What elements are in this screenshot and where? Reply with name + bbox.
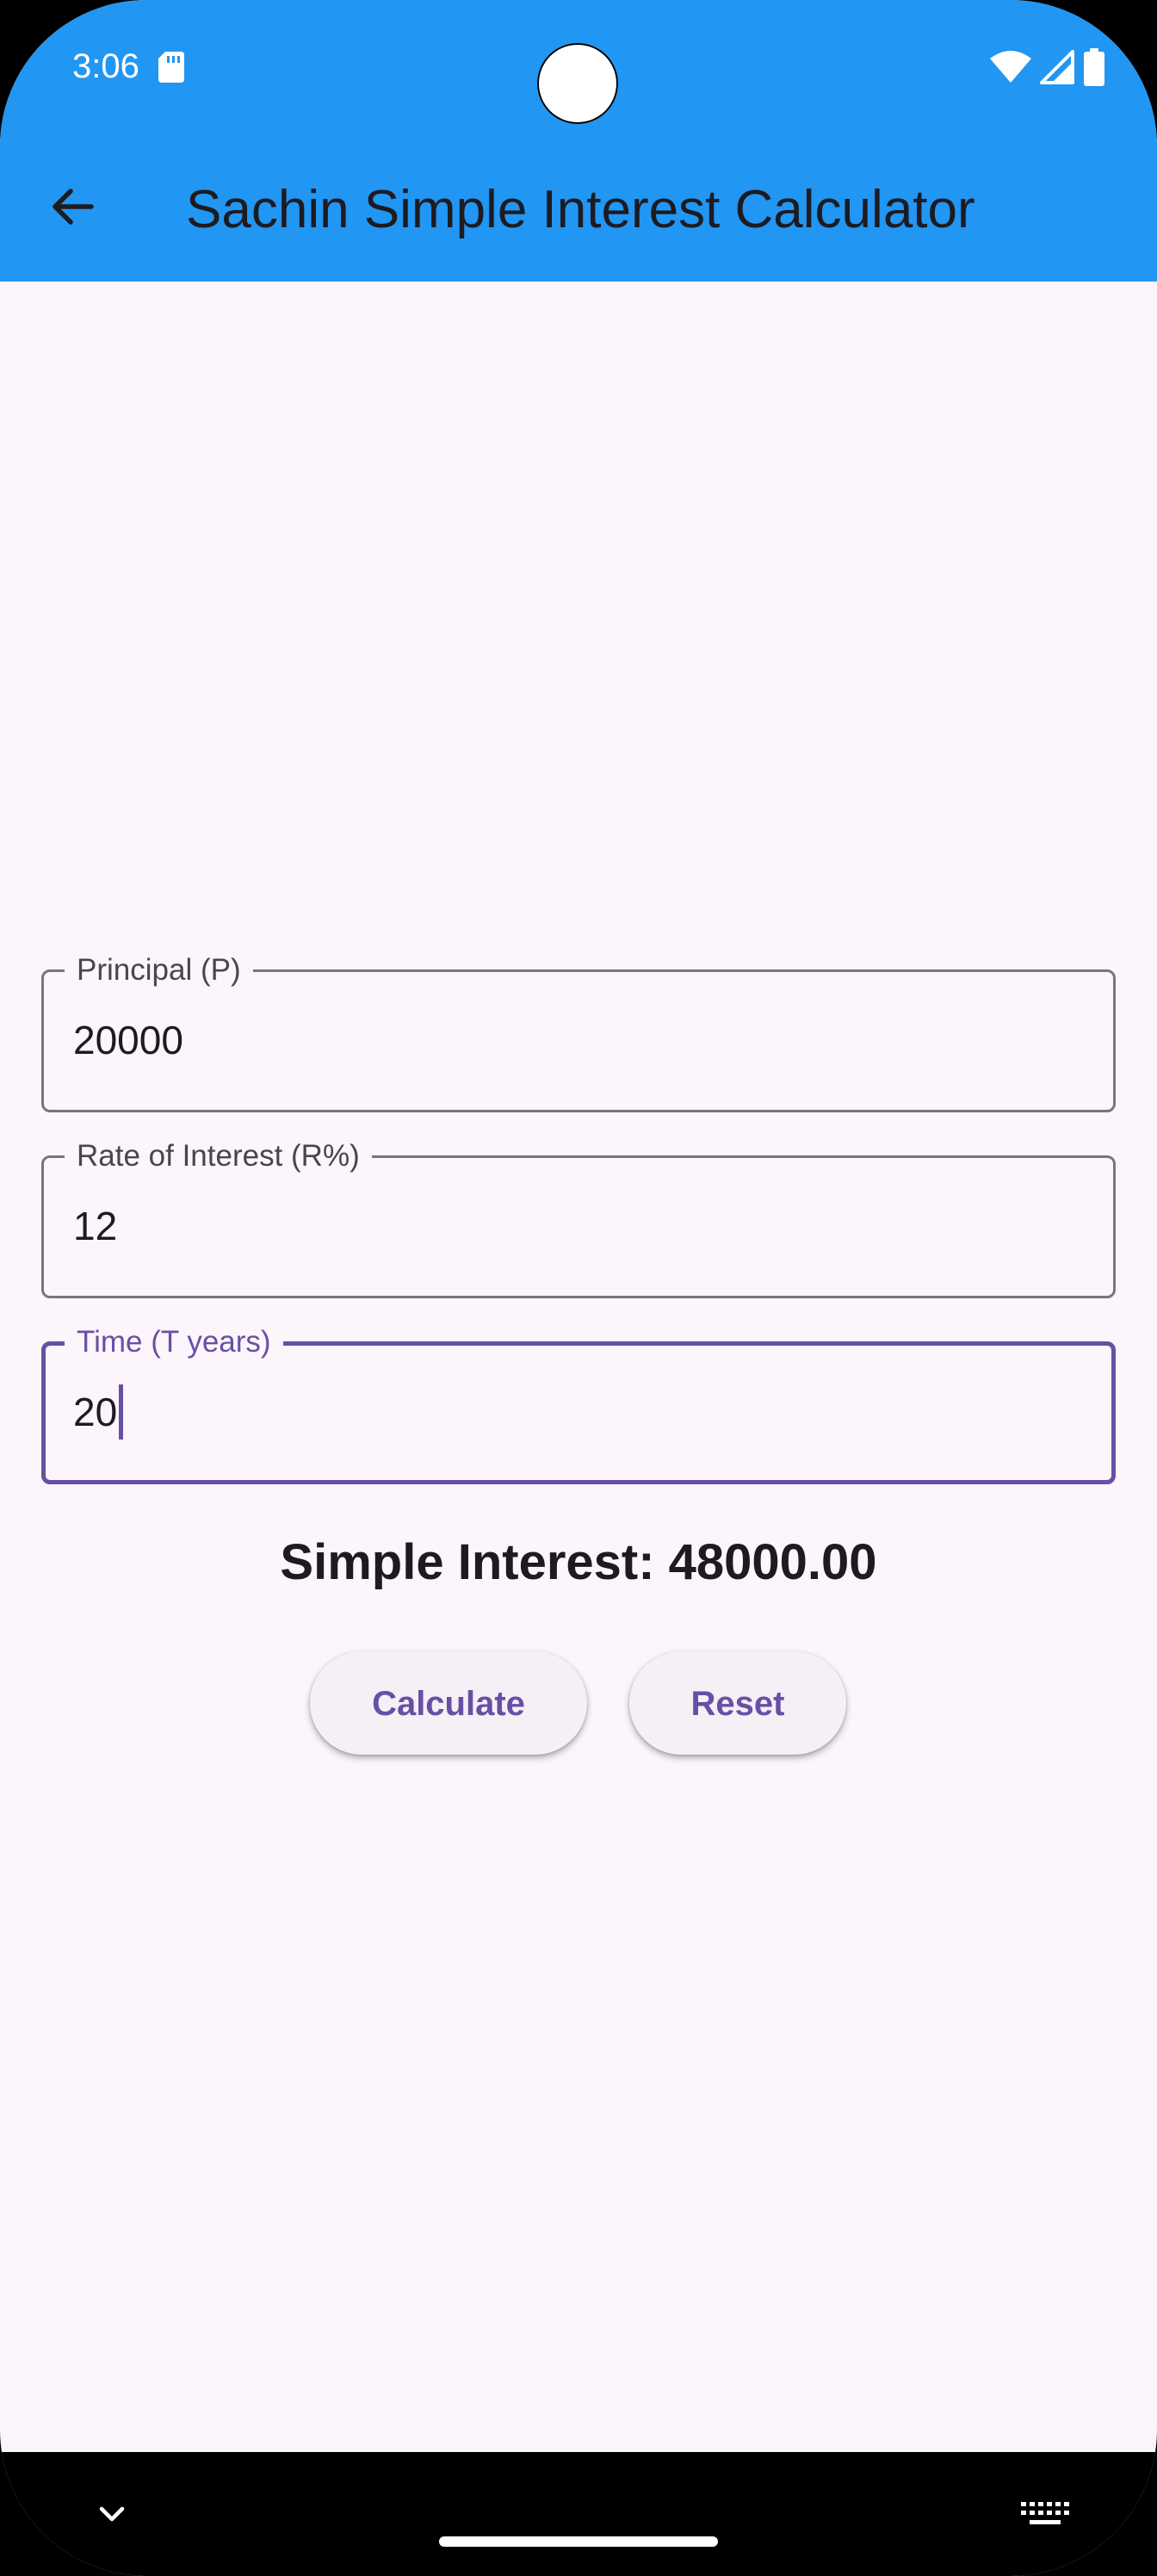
camera-cutout bbox=[537, 43, 618, 124]
status-time: 3:06 bbox=[72, 47, 139, 85]
wifi-icon bbox=[990, 51, 1031, 83]
chevron-down-icon[interactable] bbox=[93, 2495, 131, 2533]
rate-label: Rate of Interest (R%) bbox=[65, 1137, 372, 1175]
sd-card-icon bbox=[158, 52, 184, 83]
time-field[interactable]: Time (T years) 20 bbox=[41, 1323, 1116, 1484]
cell-signal-icon bbox=[1040, 50, 1074, 84]
simple-interest-result: Simple Interest: 48000.00 bbox=[280, 1534, 877, 1590]
time-value: 20 bbox=[73, 1390, 118, 1434]
back-button[interactable] bbox=[41, 176, 103, 238]
rate-value: 12 bbox=[73, 1204, 118, 1248]
home-gesture-pill[interactable] bbox=[439, 2536, 718, 2547]
arrow-back-icon bbox=[53, 189, 94, 225]
status-icons bbox=[990, 48, 1105, 86]
principal-label: Principal (P) bbox=[65, 951, 253, 989]
phone-screen: 3:06 Sachin Simple Interest Calculator P… bbox=[0, 0, 1157, 2576]
navigation-bar bbox=[0, 2452, 1157, 2576]
battery-icon bbox=[1084, 48, 1104, 86]
principal-field[interactable]: Principal (P) 20000 bbox=[41, 951, 1116, 1112]
calculate-button[interactable]: Calculate bbox=[310, 1651, 587, 1755]
time-value-wrapper: 20 bbox=[73, 1384, 124, 1440]
text-cursor bbox=[119, 1384, 124, 1440]
rate-field[interactable]: Rate of Interest (R%) 12 bbox=[41, 1137, 1116, 1298]
reset-button[interactable]: Reset bbox=[629, 1651, 846, 1755]
app-title: Sachin Simple Interest Calculator bbox=[186, 180, 975, 239]
principal-value: 20000 bbox=[73, 1018, 183, 1062]
app-header: 3:06 Sachin Simple Interest Calculator bbox=[0, 0, 1157, 282]
keyboard-icon[interactable] bbox=[1019, 2497, 1071, 2531]
time-label: Time (T years) bbox=[65, 1323, 283, 1361]
